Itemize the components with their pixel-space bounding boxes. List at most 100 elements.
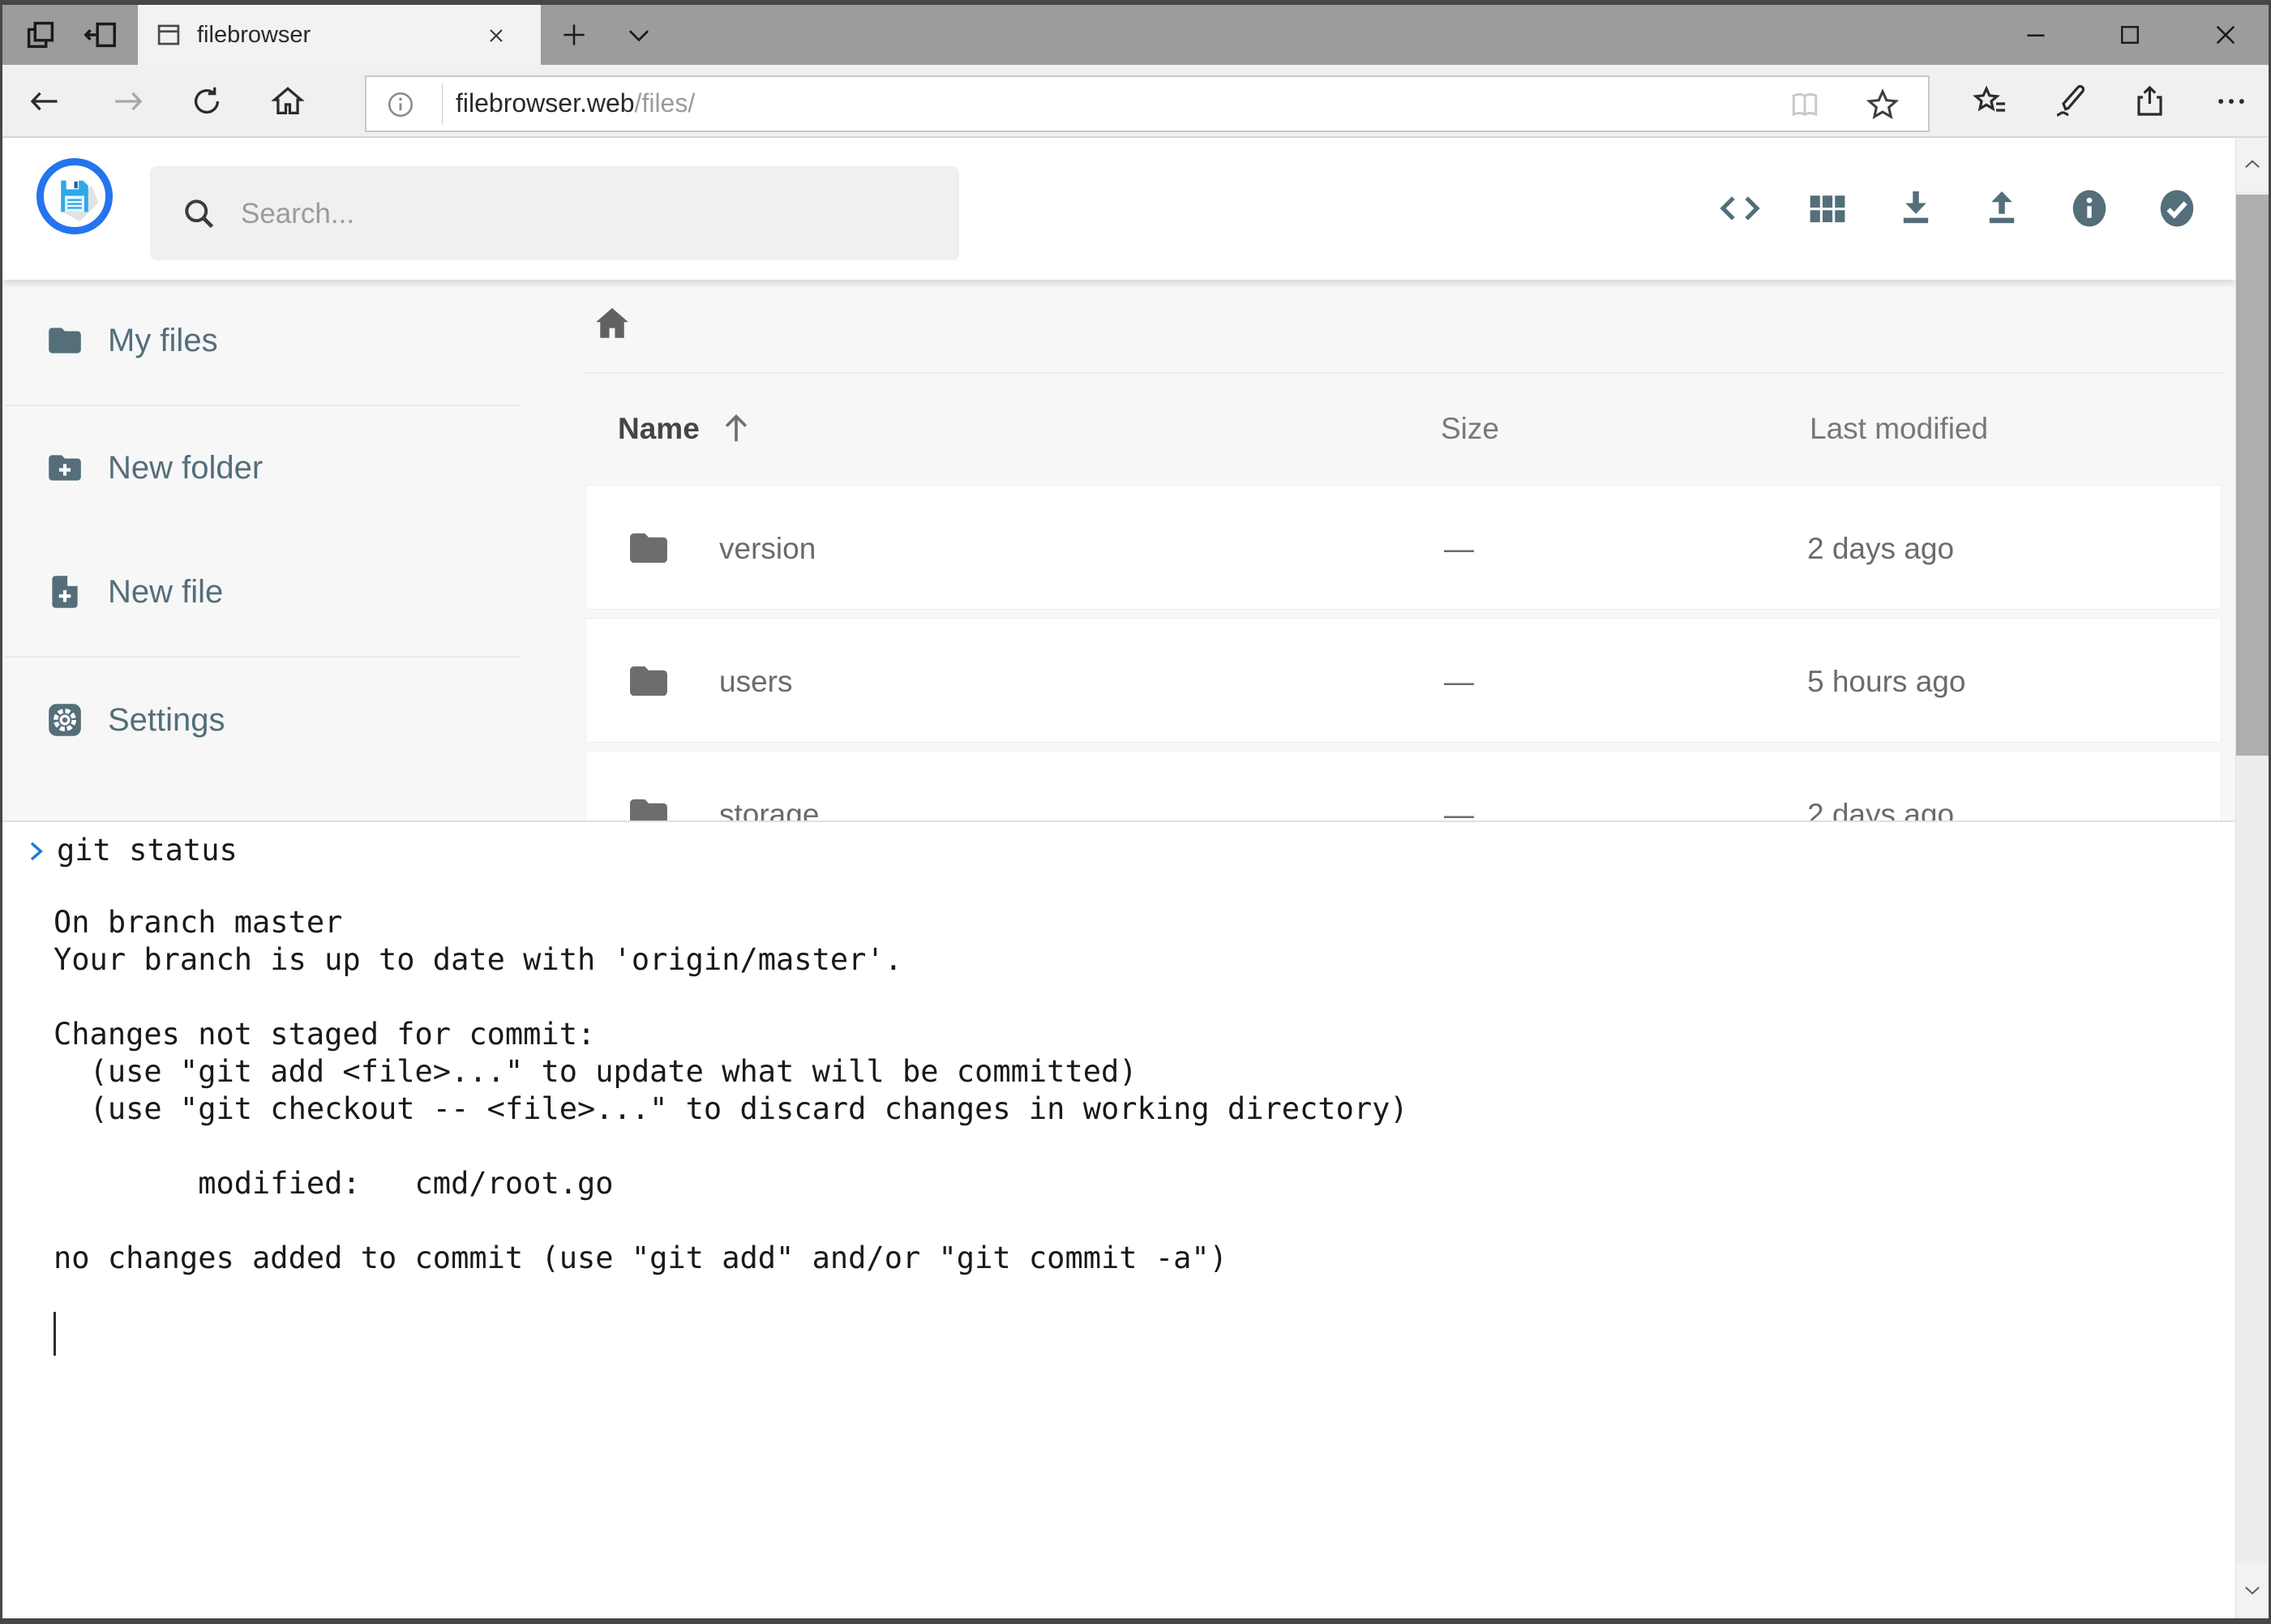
sort-up-icon (718, 409, 755, 447)
upload-icon (1979, 186, 2025, 231)
sidebar-item-new-file[interactable]: New file (0, 547, 521, 636)
row-size: — (1444, 532, 1474, 566)
share-icon (2131, 82, 2170, 121)
refresh-icon (189, 84, 225, 119)
info-button[interactable] (2055, 174, 2124, 243)
forward-icon (110, 84, 146, 119)
sidebar-item-label: My files (108, 323, 218, 359)
url-host: filebrowser.web (456, 88, 635, 118)
tab-preview-button[interactable] (17, 11, 64, 58)
window-border-bottom (0, 1618, 2271, 1624)
url-path: /files/ (635, 88, 696, 118)
address-divider (442, 84, 443, 124)
app-header (2, 138, 2235, 280)
scroll-up-button[interactable] (2236, 138, 2269, 191)
column-header-size[interactable]: Size (1441, 412, 1499, 446)
floppy-logo-icon (49, 171, 100, 221)
share-button[interactable] (2126, 77, 2175, 126)
hub-icon (1971, 82, 2010, 121)
back-icon (27, 84, 62, 119)
search-input[interactable] (239, 166, 932, 262)
hub-button[interactable] (1966, 77, 2015, 126)
window-border-left (0, 0, 2, 1624)
chevron-down-icon (2242, 1579, 2263, 1600)
url-text: filebrowser.web/files/ (456, 88, 695, 118)
row-modified: 2 days ago (1807, 532, 1954, 566)
sidebar-item-my-files[interactable]: My files (0, 296, 521, 385)
file-row-version[interactable]: version — 2 days ago (585, 485, 2222, 610)
prompt-chevron-icon (21, 833, 50, 869)
maximize-button[interactable] (2104, 9, 2156, 61)
sort-direction-button[interactable] (713, 405, 759, 451)
upload-button[interactable] (1967, 174, 2037, 243)
set-tabs-aside-icon (82, 16, 119, 54)
filebrowser-logo[interactable] (36, 158, 113, 234)
sidebar-divider (5, 405, 521, 406)
refresh-button[interactable] (182, 77, 231, 126)
sidebar-item-label: New file (108, 574, 223, 611)
breadcrumb-home-button[interactable] (585, 298, 639, 349)
select-multiple-button[interactable] (2142, 174, 2212, 243)
reading-view-icon (1787, 87, 1823, 122)
download-icon (1893, 186, 1939, 231)
row-name: version (719, 532, 816, 566)
annotate-button[interactable] (2046, 77, 2094, 126)
code-icon (1717, 186, 1763, 231)
scrollbar-thumb[interactable] (2236, 195, 2269, 756)
new-tab-icon (559, 19, 589, 50)
sidebar-item-settings[interactable]: Settings (0, 675, 521, 765)
column-header-name[interactable]: Name (618, 412, 700, 446)
ellipsis-icon (2213, 84, 2249, 119)
close-window-button[interactable] (2200, 9, 2252, 61)
window-border-top (0, 0, 2271, 5)
site-info-button[interactable] (381, 85, 420, 124)
search-box[interactable] (150, 166, 959, 260)
browser-toolbar: filebrowser.web/files/ (2, 65, 2269, 138)
browser-tab[interactable]: filebrowser (138, 5, 541, 65)
sidebar-item-new-folder[interactable]: New folder (0, 423, 521, 512)
download-button[interactable] (1881, 174, 1951, 243)
grid-view-button[interactable] (1793, 174, 1862, 243)
sidebar-item-label: Settings (108, 702, 225, 739)
browser-window: filebrowser (0, 0, 2271, 1624)
tab-close-icon (485, 24, 508, 47)
folder-icon (622, 525, 675, 572)
info-circle-icon (385, 89, 416, 120)
row-size: — (1444, 665, 1474, 699)
tab-close-button[interactable] (478, 18, 514, 54)
home-icon (269, 83, 306, 120)
page-scrollbar[interactable] (2235, 138, 2269, 1618)
browser-title-bar: filebrowser (2, 5, 2269, 65)
forward-button[interactable] (104, 77, 152, 126)
tab-list-button[interactable] (615, 11, 662, 58)
terminal-cursor[interactable] (54, 1312, 56, 1356)
back-button[interactable] (20, 77, 69, 126)
terminal-output: On branch master Your branch is up to da… (54, 904, 1408, 1277)
close-icon (2210, 19, 2241, 50)
tab-list-chevron-icon (623, 19, 654, 50)
address-bar[interactable]: filebrowser.web/files/ (365, 75, 1930, 132)
scroll-down-button[interactable] (2236, 1563, 2269, 1617)
raw-view-button[interactable] (1705, 174, 1775, 243)
folder-plus-icon (42, 446, 88, 490)
sidebar-item-label: New folder (108, 450, 263, 486)
minimize-icon (2021, 20, 2050, 49)
column-header-modified[interactable]: Last modified (1810, 412, 1988, 446)
new-tab-button[interactable] (551, 11, 598, 58)
gear-icon (42, 698, 88, 742)
row-name: users (719, 665, 792, 699)
home-button[interactable] (264, 77, 312, 126)
file-plus-icon (42, 570, 88, 614)
file-row-users[interactable]: users — 5 hours ago (585, 618, 2222, 743)
annotate-pen-icon (2050, 82, 2089, 121)
row-modified: 5 hours ago (1807, 665, 1965, 699)
add-favorite-button[interactable] (1862, 84, 1904, 126)
folder-icon (42, 319, 88, 362)
reading-view-button[interactable] (1784, 84, 1826, 126)
home-icon (591, 302, 633, 345)
more-button[interactable] (2207, 77, 2256, 126)
minimize-button[interactable] (2010, 9, 2062, 61)
set-tabs-aside-button[interactable] (77, 11, 124, 58)
sidebar-divider (5, 656, 521, 658)
grid-view-icon (1806, 186, 1849, 230)
